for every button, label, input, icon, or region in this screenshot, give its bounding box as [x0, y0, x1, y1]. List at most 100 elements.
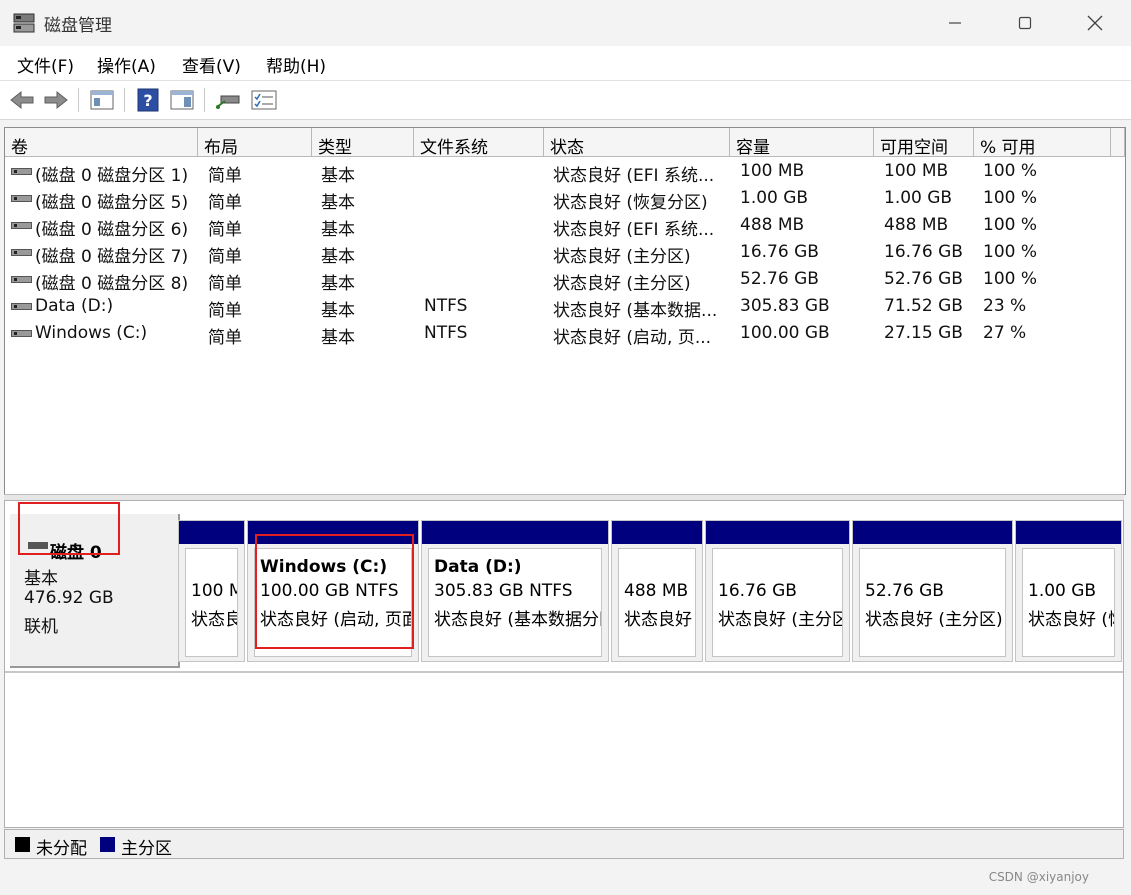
table-row[interactable]: Windows (C:) 简单 基本 NTFS 状态良好 (启动, 页... 100.00…	[5, 320, 1125, 348]
cell-free: 52.76 GB	[884, 269, 963, 289]
partition-block[interactable]: 100 MB 状态良好 (EFI 系统分区)	[178, 520, 245, 662]
volume-icon	[11, 195, 32, 202]
disk-connect-icon	[216, 95, 240, 109]
menu-file[interactable]: 文件(F)	[17, 52, 74, 77]
menu-action[interactable]: 操作(A)	[97, 52, 156, 77]
toolbar-separator	[204, 88, 205, 112]
cell-name: (磁盘 0 磁盘分区 1)	[35, 166, 189, 186]
disk-graphical-view: 磁盘 0 基本 476.92 GB 联机 100 MB状态良好 (EFI 系统分…	[4, 500, 1124, 828]
partition-size: 1.00 GB	[1028, 581, 1097, 601]
column-header-status[interactable]: 状态	[544, 128, 730, 158]
cell-layout: 简单	[208, 301, 242, 321]
volume-list: 卷 布局 类型 文件系统 状态 容量 可用空间 % 可用 (磁盘 0 磁盘分区 …	[4, 127, 1126, 495]
column-header-filesystem[interactable]: 文件系统	[414, 128, 544, 158]
cell-free: 16.76 GB	[884, 242, 963, 262]
cell-status: 状态良好 (EFI 系统...	[553, 220, 715, 240]
cell-free: 27.15 GB	[884, 323, 963, 343]
minimize-icon	[949, 22, 961, 24]
cell-status: 状态良好 (主分区)	[553, 274, 691, 294]
column-header-free-space[interactable]: 可用空间	[874, 128, 974, 158]
connect-disk-button[interactable]	[214, 86, 242, 114]
forward-button[interactable]	[42, 86, 70, 114]
partition-size: 100 MB	[191, 581, 237, 601]
partition-status: 状态良好 (主分区)	[865, 610, 1003, 630]
cell-type: 基本	[321, 193, 355, 213]
menu-help[interactable]: 帮助(H)	[266, 52, 326, 77]
table-row[interactable]: (磁盘 0 磁盘分区 7) 简单 基本 状态良好 (主分区) 16.76 GB 16.76…	[5, 239, 1125, 267]
cell-capacity: 305.83 GB	[740, 296, 830, 316]
cell-name: (磁盘 0 磁盘分区 6)	[35, 220, 189, 240]
column-header-volume[interactable]: 卷	[5, 128, 198, 158]
cell-pct: 23 %	[983, 296, 1027, 316]
legend-label-unallocated: 未分配	[36, 839, 87, 859]
partition-block[interactable]: 52.76 GB 状态良好 (主分区)	[852, 520, 1013, 662]
partition-size: 305.83 GB NTFS	[434, 581, 573, 601]
column-header-layout[interactable]: 布局	[198, 128, 312, 158]
toolbar-separator	[124, 88, 125, 112]
partition-block[interactable]: 16.76 GB 状态良好 (主分区)	[705, 520, 850, 662]
partition-block[interactable]: Data (D:) 305.83 GB NTFS 状态良好 (基本数据分区)	[421, 520, 609, 662]
column-header-filler	[1111, 128, 1125, 157]
show-hide-tree-button[interactable]	[88, 86, 116, 114]
maximize-button[interactable]	[990, 0, 1060, 46]
primary-partition-bar	[179, 521, 244, 544]
legend-label-primary: 主分区	[121, 839, 172, 859]
properties-button[interactable]	[250, 86, 278, 114]
help-button[interactable]: ?	[134, 86, 162, 114]
action-pane-icon	[170, 90, 194, 110]
cell-layout: 简单	[208, 247, 242, 267]
cell-fs: NTFS	[424, 296, 468, 316]
table-row[interactable]: (磁盘 0 磁盘分区 1) 简单 基本 状态良好 (EFI 系统... 100 MB 10…	[5, 158, 1125, 186]
cell-free: 1.00 GB	[884, 188, 953, 208]
cell-layout: 简单	[208, 220, 242, 240]
volume-icon	[11, 303, 32, 310]
show-action-pane-button[interactable]	[168, 86, 196, 114]
close-button[interactable]	[1060, 0, 1130, 46]
minimize-button[interactable]	[920, 0, 990, 46]
partition-info: 488 MB 状态良好 (EFI 系统分区)	[618, 548, 696, 657]
partition-block[interactable]: 488 MB 状态良好 (EFI 系统分区)	[611, 520, 703, 662]
cell-type: 基本	[321, 274, 355, 294]
table-row[interactable]: (磁盘 0 磁盘分区 5) 简单 基本 状态良好 (恢复分区) 1.00 GB 1.00 …	[5, 185, 1125, 213]
cell-name: (磁盘 0 磁盘分区 5)	[35, 193, 189, 213]
cell-status: 状态良好 (基本数据...	[553, 301, 718, 321]
partition-status: 状态良好 (EFI 系统分区)	[191, 610, 237, 630]
disk-size: 476.92 GB	[24, 588, 114, 608]
column-header-percent-free[interactable]: % 可用	[974, 128, 1111, 158]
table-row[interactable]: (磁盘 0 磁盘分区 8) 简单 基本 状态良好 (主分区) 52.76 GB 52.76…	[5, 266, 1125, 294]
back-arrow-icon	[10, 90, 34, 110]
checklist-icon	[251, 90, 277, 110]
cell-capacity: 488 MB	[740, 215, 805, 235]
column-header-type[interactable]: 类型	[312, 128, 414, 158]
partition-status: 状态良好 (恢复分区)	[1028, 610, 1114, 630]
help-icon: ?	[137, 88, 159, 112]
watermark: CSDN @xiyanjoy	[988, 870, 1089, 884]
cell-name: Windows (C:)	[35, 323, 148, 343]
partition-size: 16.76 GB	[718, 581, 797, 601]
cell-free: 488 MB	[884, 215, 949, 235]
forward-arrow-icon	[44, 90, 68, 110]
table-row[interactable]: (磁盘 0 磁盘分区 6) 简单 基本 状态良好 (EFI 系统... 488 MB 48…	[5, 212, 1125, 240]
cell-type: 基本	[321, 247, 355, 267]
annotation-box-c-drive	[255, 534, 414, 649]
cell-capacity: 52.76 GB	[740, 269, 819, 289]
cell-layout: 简单	[208, 274, 242, 294]
title-bar: 磁盘管理	[0, 0, 1131, 46]
cell-free: 100 MB	[884, 161, 949, 181]
cell-pct: 27 %	[983, 323, 1027, 343]
menu-view[interactable]: 查看(V)	[182, 52, 241, 77]
volume-icon	[11, 330, 32, 337]
column-header-capacity[interactable]: 容量	[730, 128, 874, 158]
cell-name: (磁盘 0 磁盘分区 8)	[35, 274, 189, 294]
primary-partition-bar	[853, 521, 1012, 544]
partition-block[interactable]: 1.00 GB 状态良好 (恢复分区)	[1015, 520, 1122, 662]
table-row[interactable]: Data (D:) 简单 基本 NTFS 状态良好 (基本数据... 305.83 GB 7…	[5, 293, 1125, 321]
back-button[interactable]	[8, 86, 36, 114]
cell-pct: 100 %	[983, 215, 1038, 235]
primary-partition-bar	[706, 521, 849, 544]
primary-partition-bar	[1016, 521, 1121, 544]
partition-info: 100 MB 状态良好 (EFI 系统分区)	[185, 548, 238, 657]
volume-icon	[11, 168, 32, 175]
console-tree-icon	[90, 90, 114, 110]
cell-type: 基本	[321, 166, 355, 186]
